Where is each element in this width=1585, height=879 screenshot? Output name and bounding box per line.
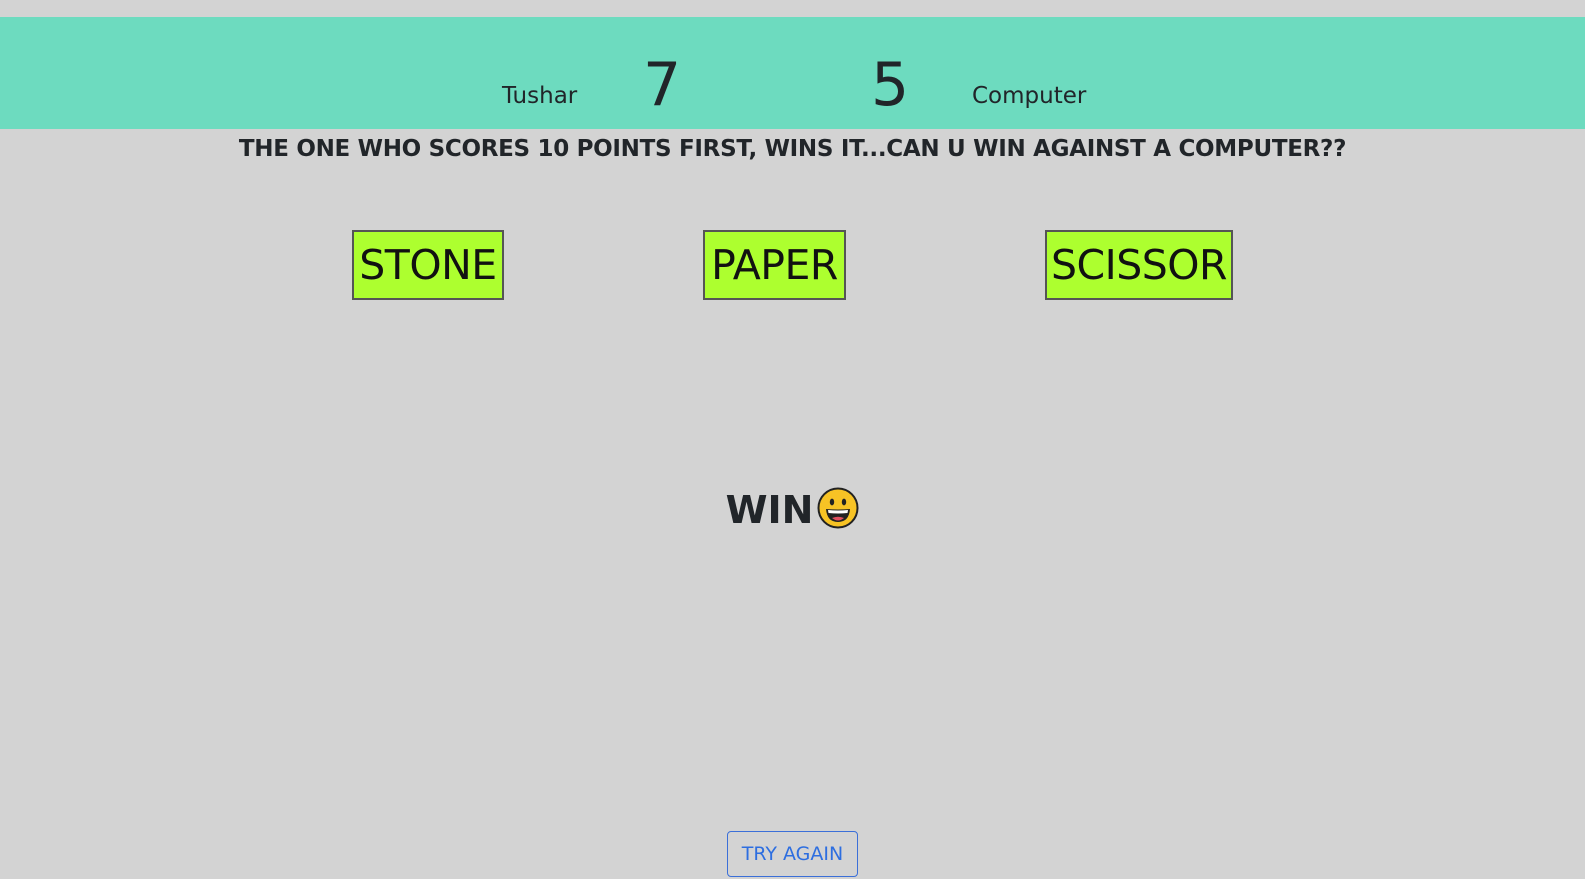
try-again-button[interactable]: TRY AGAIN [727, 831, 858, 877]
scissor-button[interactable]: SCISSOR [1045, 230, 1233, 300]
computer-name: Computer [972, 83, 1087, 109]
grinning-face-icon [817, 487, 859, 529]
stone-button[interactable]: STONE [352, 230, 504, 300]
user-score: 7 [643, 50, 682, 120]
paper-button[interactable]: PAPER [703, 230, 846, 300]
computer-score: 5 [871, 50, 910, 120]
user-name: Tushar [502, 83, 578, 109]
rules-text: THE ONE WHO SCORES 10 POINTS FIRST, WINS… [238, 136, 1347, 162]
result-display: WIN [0, 484, 1585, 536]
scoreboard: Tushar 7 5 Computer [0, 17, 1585, 129]
result-text: WIN [725, 488, 814, 532]
